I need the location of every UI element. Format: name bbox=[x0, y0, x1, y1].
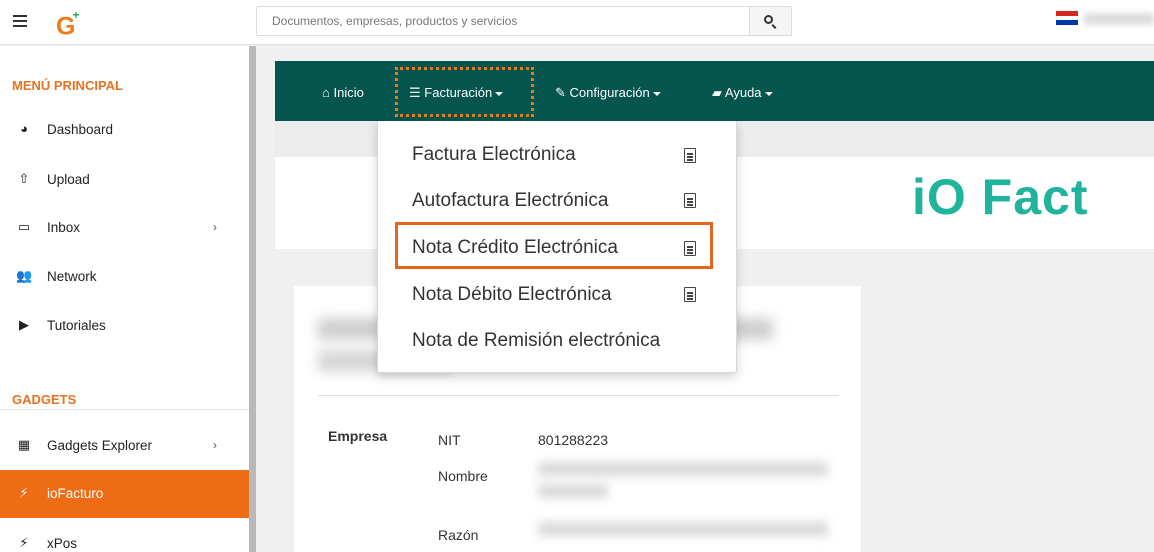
account-name-blurred[interactable] bbox=[1084, 13, 1154, 25]
document-icon bbox=[684, 193, 696, 208]
sidebar-item-label: Gadgets Explorer bbox=[47, 438, 153, 453]
nav-label: Ayuda bbox=[724, 85, 762, 100]
sidebar: MENÚ PRINCIPAL ◕ Dashboard ⇧ Upload ▭ In… bbox=[0, 46, 251, 552]
sidebar-item-label: Inbox bbox=[47, 220, 81, 235]
top-bar: G+ bbox=[0, 0, 1154, 45]
focus-outline-facturacion bbox=[395, 67, 534, 117]
video-icon: ▶ bbox=[19, 317, 29, 332]
sidebar-item-label: Tutoriales bbox=[47, 318, 106, 333]
highlight-box-nota-credito bbox=[395, 222, 713, 269]
nav-ayuda[interactable]: ▰ Ayuda bbox=[712, 85, 773, 101]
nav-label: Configuración bbox=[569, 85, 650, 100]
sidebar-item-inbox[interactable]: ▭ Inbox › bbox=[0, 204, 251, 252]
menu-item-factura-electronica[interactable]: Factura Electrónica bbox=[412, 144, 576, 166]
menu-item-nota-remision-electronica[interactable]: Nota de Remisión electrónica bbox=[412, 330, 660, 352]
razon-label: Razón bbox=[438, 527, 479, 543]
brand-logo-text: iO Fact bbox=[912, 169, 1089, 225]
caret-down-icon bbox=[764, 91, 773, 96]
section-label-empresa: Empresa bbox=[328, 428, 388, 444]
upload-icon: ⇧ bbox=[18, 171, 30, 186]
wrench-icon: ✎ bbox=[555, 85, 566, 100]
sidebar-item-xpos[interactable]: ⚡ xPos bbox=[0, 520, 251, 552]
nit-value: 801288223 bbox=[538, 432, 609, 448]
menu-item-nota-debito-electronica[interactable]: Nota Débito Electrónica bbox=[412, 284, 612, 306]
search-button[interactable] bbox=[749, 7, 791, 35]
app-logo[interactable]: G+ bbox=[56, 8, 82, 39]
flag-icon[interactable] bbox=[1056, 11, 1078, 25]
nav-label: Inicio bbox=[333, 85, 364, 100]
dashboard-icon: ◕ bbox=[20, 121, 28, 136]
sidebar-item-label: ioFacturo bbox=[47, 486, 104, 501]
grid-icon: ▦ bbox=[17, 437, 31, 452]
section-title-gadgets: GADGETS bbox=[12, 392, 77, 407]
sidebar-item-label: xPos bbox=[47, 536, 78, 551]
section-title-main-menu: MENÚ PRINCIPAL bbox=[12, 78, 123, 93]
sidebar-item-label: Upload bbox=[47, 172, 90, 187]
sidebar-item-network[interactable]: 👥 Network bbox=[0, 253, 251, 301]
nav-inicio[interactable]: ⌂ Inicio bbox=[322, 85, 364, 100]
chevron-right-icon: › bbox=[213, 220, 217, 234]
nit-label: NIT bbox=[438, 432, 461, 448]
sidebar-item-label: Network bbox=[47, 269, 97, 284]
nombre-label: Nombre bbox=[438, 468, 488, 484]
book-icon: ▰ bbox=[712, 85, 722, 100]
nombre-value-blurred bbox=[538, 462, 828, 476]
search-icon bbox=[764, 15, 773, 24]
inbox-icon: ▭ bbox=[17, 219, 31, 234]
sidebar-item-upload[interactable]: ⇧ Upload bbox=[0, 156, 251, 204]
sidebar-item-label: Dashboard bbox=[47, 122, 114, 137]
sidebar-item-tutoriales[interactable]: ▶ Tutoriales bbox=[0, 302, 251, 350]
plug-icon: ⚡ bbox=[19, 485, 29, 500]
card-divider bbox=[318, 395, 839, 396]
document-icon bbox=[684, 287, 696, 302]
sidebar-item-iofacturo[interactable]: ⚡ ioFacturo bbox=[0, 470, 251, 518]
network-icon: 👥 bbox=[16, 268, 33, 283]
nombre-value-blurred bbox=[538, 484, 608, 498]
nav-configuracion[interactable]: ✎ Configuración bbox=[555, 85, 661, 101]
search-input[interactable] bbox=[257, 7, 751, 35]
hamburger-menu-icon[interactable] bbox=[13, 15, 27, 27]
sidebar-divider bbox=[0, 409, 251, 410]
chevron-right-icon: › bbox=[213, 438, 217, 452]
razon-value-blurred bbox=[538, 522, 828, 536]
document-icon bbox=[684, 148, 696, 163]
sidebar-item-gadgets-explorer[interactable]: ▦ Gadgets Explorer › bbox=[0, 422, 251, 470]
sidebar-scrollbar[interactable] bbox=[249, 46, 256, 552]
home-icon: ⌂ bbox=[322, 85, 330, 100]
plug-icon: ⚡ bbox=[19, 535, 29, 550]
sidebar-item-dashboard[interactable]: ◕ Dashboard bbox=[0, 106, 251, 154]
caret-down-icon bbox=[652, 91, 661, 96]
search-box bbox=[256, 6, 792, 36]
menu-item-autofactura-electronica[interactable]: Autofactura Electrónica bbox=[412, 190, 608, 212]
